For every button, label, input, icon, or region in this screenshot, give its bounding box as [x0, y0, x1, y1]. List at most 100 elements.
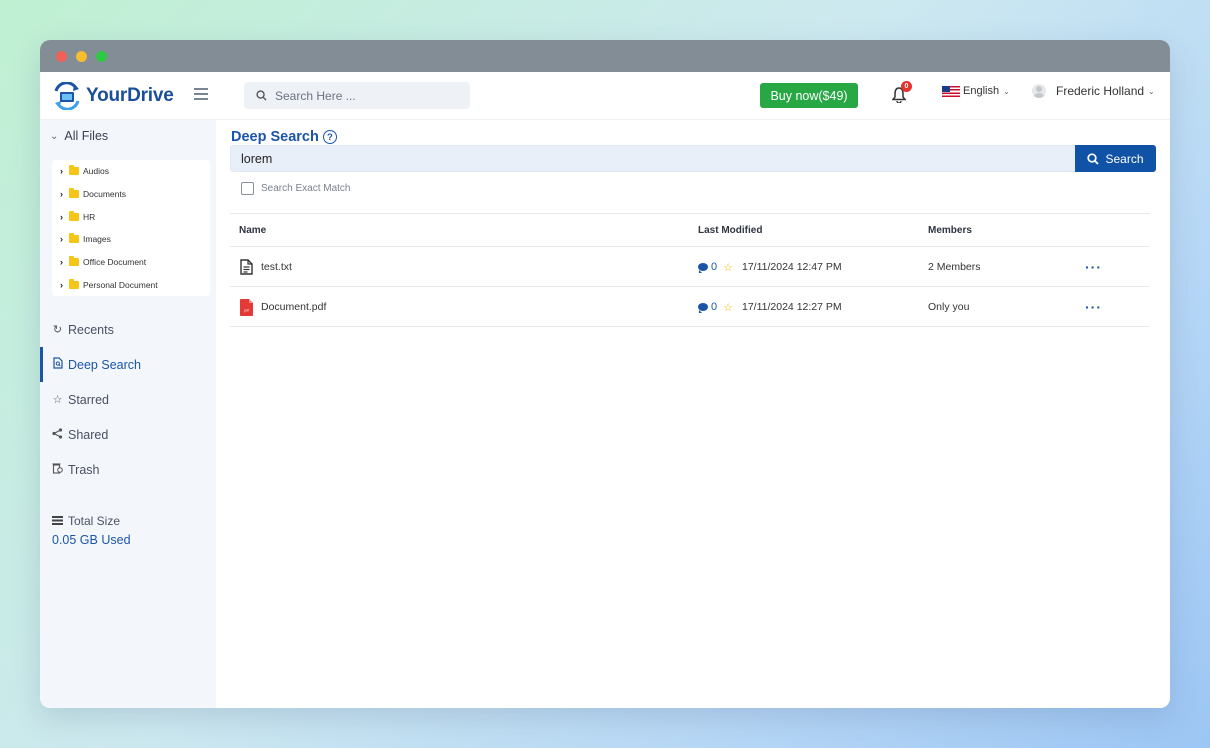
sidebar-item-label: Trash: [68, 462, 100, 477]
sidebar-item-label: Starred: [68, 392, 109, 407]
results-table: Name Last Modified Members test.txt 0 ☆ …: [230, 213, 1150, 327]
chevron-right-icon: ›: [60, 211, 63, 222]
title-bar: [40, 40, 1170, 72]
folder-item-images[interactable]: › Images: [52, 228, 210, 251]
storage-used: 0.05 GB Used: [52, 533, 131, 547]
comment-count: 0: [711, 261, 718, 273]
total-size-label: Total Size: [68, 514, 121, 528]
trash-icon: [52, 462, 63, 477]
table-row[interactable]: test.txt 0 ☆ 17/11/2024 12:47 PM 2 Membe…: [230, 247, 1150, 287]
file-search-icon: [52, 357, 63, 372]
file-name[interactable]: test.txt: [261, 261, 292, 273]
app-name: YourDrive: [86, 85, 174, 106]
comment-icon: [698, 303, 708, 313]
table-row[interactable]: pdf Document.pdf 0 ☆ 17/11/2024 12:27 PM…: [230, 287, 1150, 327]
folder-tree: › Audios › Documents › HR › Images › Office D…: [52, 160, 210, 296]
table-header: Name Last Modified Members: [230, 213, 1150, 247]
sidebar: ⌄ All Files › Audios › Documents › HR › Imag…: [40, 120, 216, 708]
more-options-icon[interactable]: ···: [1085, 247, 1102, 287]
exact-match-label: Search Exact Match: [261, 183, 351, 194]
top-bar: YourDrive Buy now($49) 0 English ⌄ Frede…: [40, 72, 1170, 120]
column-header-members[interactable]: Members: [928, 225, 972, 236]
folder-item-hr[interactable]: › HR: [52, 205, 210, 228]
exact-match-checkbox[interactable]: [241, 182, 254, 195]
folder-icon: [69, 278, 79, 289]
exact-match-option[interactable]: Search Exact Match: [241, 182, 350, 195]
logo[interactable]: YourDrive: [52, 81, 174, 111]
drive-logo-icon: [52, 81, 82, 111]
chevron-down-icon: ⌄: [50, 130, 59, 142]
folder-item-personal-document[interactable]: › Personal Document: [52, 273, 210, 296]
folder-label: HR: [83, 211, 96, 222]
all-files-toggle[interactable]: ⌄ All Files: [50, 129, 108, 143]
folder-icon: [69, 256, 79, 267]
deep-search-input[interactable]: [230, 145, 1076, 172]
text-file-icon: [240, 259, 253, 275]
folder-icon: [69, 210, 79, 221]
members: 2 Members: [928, 261, 981, 273]
search-button[interactable]: Search: [1075, 145, 1156, 172]
all-files-label: All Files: [64, 129, 109, 143]
minimize-window-button[interactable]: [76, 51, 87, 62]
chevron-right-icon: ›: [60, 189, 63, 200]
star-icon[interactable]: ☆: [723, 301, 733, 314]
folder-icon: [69, 165, 79, 176]
hamburger-icon: [194, 88, 208, 90]
menu-toggle-button[interactable]: [194, 86, 210, 102]
total-size: Total Size: [52, 514, 120, 528]
history-icon: ↻: [52, 324, 63, 336]
star-icon[interactable]: ☆: [723, 261, 733, 274]
search-icon: [1087, 152, 1100, 165]
folder-icon: [69, 188, 79, 199]
buy-now-button[interactable]: Buy now($49): [760, 83, 858, 108]
maximize-window-button[interactable]: [96, 51, 107, 62]
app-window: YourDrive Buy now($49) 0 English ⌄ Frede…: [40, 40, 1170, 708]
global-search[interactable]: [244, 82, 470, 109]
close-window-button[interactable]: [56, 51, 67, 62]
main-content: Deep Search ? Search Search Exact Match …: [216, 120, 1170, 708]
help-icon[interactable]: ?: [322, 130, 337, 144]
sidebar-item-recents[interactable]: ↻ Recents: [40, 312, 216, 347]
sidebar-item-starred[interactable]: ☆ Starred: [40, 382, 216, 417]
folder-label: Documents: [83, 189, 126, 200]
page-title: Deep Search ?: [231, 129, 337, 145]
folder-label: Images: [83, 234, 111, 245]
members: Only you: [928, 301, 970, 313]
sidebar-item-label: Recents: [68, 322, 114, 337]
page-title-text: Deep Search: [231, 129, 319, 145]
star-icon: ☆: [52, 394, 63, 406]
folder-label: Personal Document: [83, 279, 158, 290]
user-menu[interactable]: Frederic Holland ⌄: [1032, 84, 1155, 98]
svg-text:pdf: pdf: [244, 308, 249, 312]
language-label: English: [963, 85, 1000, 97]
chevron-right-icon: ›: [60, 279, 63, 290]
folder-icon: [69, 233, 79, 244]
avatar: [1032, 84, 1046, 98]
sidebar-item-label: Deep Search: [68, 357, 141, 372]
folder-item-office-document[interactable]: › Office Document: [52, 251, 210, 274]
us-flag-icon: [942, 85, 960, 97]
folder-item-documents[interactable]: › Documents: [52, 183, 210, 206]
global-search-input[interactable]: [275, 88, 445, 103]
sidebar-item-deep-search[interactable]: Deep Search: [40, 347, 216, 382]
search-button-label: Search: [1105, 151, 1144, 166]
notifications-button[interactable]: 0: [892, 81, 912, 104]
last-modified: 17/11/2024 12:47 PM: [742, 261, 842, 273]
comment-icon: [698, 263, 708, 273]
more-options-icon[interactable]: ···: [1085, 287, 1102, 327]
chevron-right-icon: ›: [60, 166, 63, 177]
file-name[interactable]: Document.pdf: [261, 301, 326, 313]
last-modified: 17/11/2024 12:27 PM: [742, 301, 842, 313]
notification-badge: 0: [901, 81, 912, 92]
share-icon: [52, 427, 63, 442]
folder-label: Office Document: [83, 257, 147, 268]
user-name: Frederic Holland: [1056, 84, 1145, 98]
chevron-right-icon: ›: [60, 257, 63, 268]
column-header-modified[interactable]: Last Modified: [698, 225, 762, 236]
column-header-name[interactable]: Name: [239, 225, 266, 236]
folder-label: Audios: [83, 166, 109, 177]
language-selector[interactable]: English ⌄: [942, 85, 1010, 97]
sidebar-item-trash[interactable]: Trash: [40, 452, 216, 487]
sidebar-item-shared[interactable]: Shared: [40, 417, 216, 452]
folder-item-audios[interactable]: › Audios: [52, 160, 210, 183]
